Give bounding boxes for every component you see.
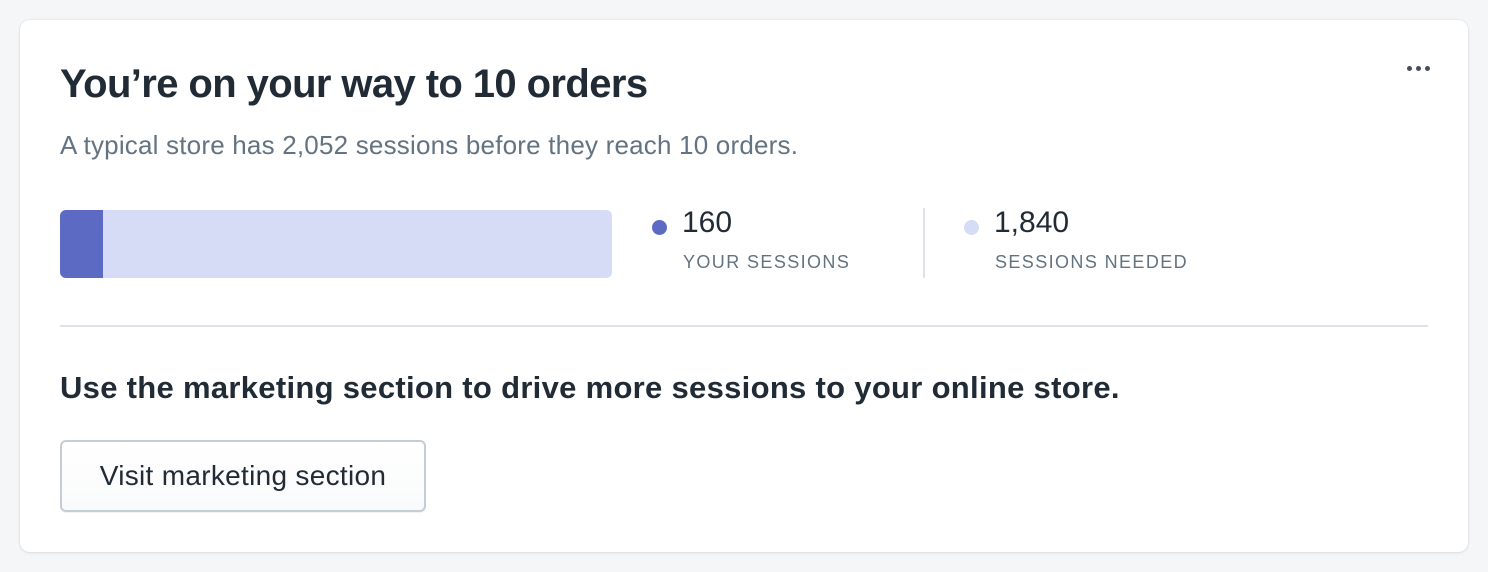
sessions-progress-bar (60, 210, 612, 278)
stats-divider (923, 208, 925, 278)
your-sessions-label: YOUR SESSIONS (683, 252, 851, 272)
section-divider (60, 325, 1428, 327)
card-title: You’re on your way to 10 orders (60, 62, 648, 106)
legend-dot-icon (652, 220, 667, 235)
sessions-needed-label: SESSIONS NEEDED (995, 252, 1189, 272)
sessions-progress-fill (60, 210, 104, 278)
more-horizontal-icon (1424, 65, 1430, 71)
more-horizontal-icon (1415, 65, 1421, 71)
marketing-prompt: Use the marketing section to drive more … (60, 370, 1120, 405)
legend-dot-icon (964, 220, 979, 235)
more-horizontal-icon (1406, 65, 1412, 71)
your-sessions-value: 160 (682, 206, 733, 239)
more-actions-button[interactable] (1400, 54, 1436, 82)
orders-progress-card: You’re on your way to 10 orders A typica… (20, 20, 1468, 552)
card-subtitle: A typical store has 2,052 sessions befor… (60, 130, 799, 160)
sessions-needed-value: 1,840 (994, 206, 1070, 239)
visit-marketing-button[interactable]: Visit marketing section (60, 440, 426, 512)
